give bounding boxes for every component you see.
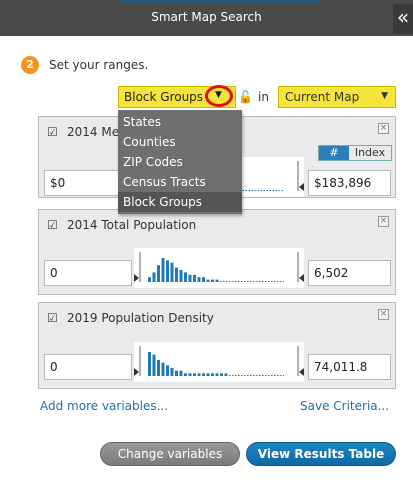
change-variables-button[interactable]: Change variables xyxy=(100,442,240,466)
histogram-bar xyxy=(184,272,187,282)
histogram-bar xyxy=(193,274,196,282)
step-heading: 2 Set your ranges. xyxy=(21,56,148,74)
chevron-down-icon[interactable]: ▼ xyxy=(381,91,388,101)
checkbox-icon[interactable]: ☑ xyxy=(47,311,58,325)
histogram-bar xyxy=(175,267,178,282)
close-icon[interactable]: × xyxy=(378,216,389,227)
histogram-bar xyxy=(188,274,192,282)
dropdown-option-states[interactable]: States xyxy=(118,112,242,132)
checkbox-icon[interactable]: ☑ xyxy=(47,125,58,139)
save-criteria-link[interactable]: Save Criteria... xyxy=(300,399,389,413)
range-min-handle xyxy=(134,274,139,282)
variable-label: 2019 Population Density xyxy=(67,311,214,325)
range-max-handle xyxy=(299,368,304,376)
histogram-bar xyxy=(157,265,160,282)
histogram-bar xyxy=(224,373,228,376)
close-icon[interactable]: × xyxy=(378,309,389,320)
histogram-bar xyxy=(166,365,169,376)
histogram-bar xyxy=(197,373,201,376)
histogram-svg xyxy=(134,346,304,376)
checkbox-icon[interactable]: ☑ xyxy=(47,218,58,232)
dropdown-option-census-tracts[interactable]: Census Tracts xyxy=(118,172,242,192)
range-max-handle xyxy=(299,274,304,282)
add-variables-link[interactable]: Add more variables... xyxy=(40,399,168,413)
dropdown-option-counties[interactable]: Counties xyxy=(118,132,242,152)
histogram xyxy=(134,248,304,288)
variable-card-density: ☑ 2019 Population Density × 0 74,011.8 xyxy=(38,302,396,389)
step-number-badge: 2 xyxy=(21,56,39,74)
histogram-bar xyxy=(188,373,192,376)
min-value-input[interactable]: 0 xyxy=(44,260,132,286)
dropdown-option-block-groups[interactable]: Block Groups xyxy=(118,192,242,212)
panel-title: Smart Map Search xyxy=(151,10,262,24)
view-results-table-button[interactable]: View Results Table xyxy=(246,442,396,466)
histogram-bar xyxy=(211,373,214,376)
range-max-handle xyxy=(299,183,304,191)
histogram-bar xyxy=(161,258,165,282)
histogram-bar xyxy=(161,362,165,376)
number-mode-button[interactable]: # xyxy=(319,146,349,160)
unlock-icon[interactable]: 🔓 xyxy=(238,90,253,104)
histogram-bar xyxy=(152,272,156,282)
variable-card-population: ☑ 2014 Total Population × 0 6,502 xyxy=(38,209,396,295)
value-mode-toggle[interactable]: # Index xyxy=(318,145,392,161)
histogram-bar xyxy=(184,373,187,376)
histogram-bar xyxy=(202,277,205,282)
geography-level-dropdown: States Counties ZIP Codes Census Tracts … xyxy=(118,110,242,214)
histogram-bar xyxy=(220,373,223,376)
histogram-bar xyxy=(202,373,205,376)
histogram-bar xyxy=(179,370,183,376)
histogram-bar xyxy=(215,279,219,282)
histogram-svg xyxy=(134,252,304,282)
histogram-bar xyxy=(206,373,210,376)
close-icon[interactable]: × xyxy=(378,123,389,134)
histogram-bar xyxy=(175,370,178,376)
histogram-bar xyxy=(170,368,174,376)
histogram-bar xyxy=(206,279,210,282)
in-label: in xyxy=(258,90,269,104)
highlight-circle xyxy=(205,85,233,107)
histogram-bar xyxy=(197,277,201,282)
range-min-handle xyxy=(134,368,139,376)
header-bar: Smart Map Search « xyxy=(0,0,413,36)
scope-value: Current Map xyxy=(285,90,360,104)
histogram-bar xyxy=(211,279,214,282)
histogram-bar xyxy=(215,373,219,376)
header-accent-stripe xyxy=(120,0,320,4)
histogram-bar xyxy=(166,260,169,282)
histogram-bar xyxy=(193,373,196,376)
index-mode-button[interactable]: Index xyxy=(349,146,391,160)
histogram-bar xyxy=(148,277,151,282)
step-text: Set your ranges. xyxy=(49,58,149,72)
max-value-input[interactable]: 6,502 xyxy=(308,260,391,286)
histogram-bar xyxy=(157,360,160,376)
collapse-panel-icon[interactable]: « xyxy=(393,4,413,34)
geography-level-value: Block Groups xyxy=(124,90,204,104)
min-value-input[interactable]: 0 xyxy=(44,354,132,380)
variable-label: 2014 Total Population xyxy=(67,218,197,232)
histogram-bar xyxy=(152,354,156,376)
max-value-input[interactable]: $183,896 xyxy=(308,170,391,196)
histogram-bar xyxy=(179,270,183,282)
scope-select[interactable]: Current Map ▼ xyxy=(278,86,396,108)
max-value-input[interactable]: 74,011.8 xyxy=(308,354,391,380)
histogram-bar xyxy=(148,352,151,376)
histogram xyxy=(134,342,304,382)
dropdown-option-zip-codes[interactable]: ZIP Codes xyxy=(118,152,242,172)
histogram-bar xyxy=(170,262,174,282)
